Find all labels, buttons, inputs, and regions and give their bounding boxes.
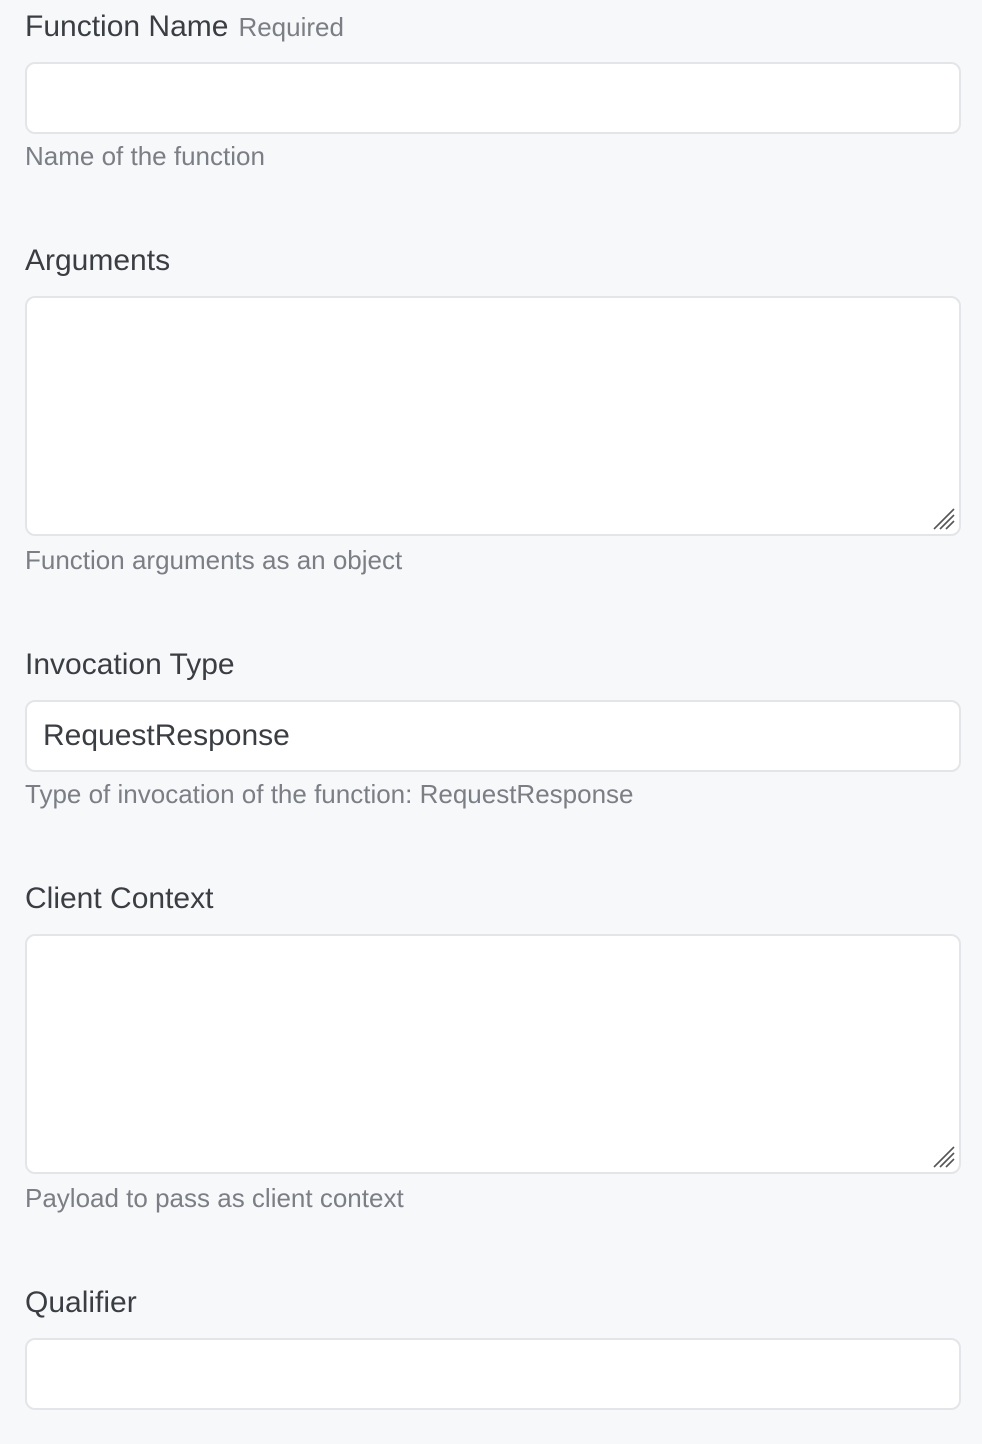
arguments-label-row: Arguments — [25, 241, 961, 281]
qualifier-field: Qualifier — [25, 1283, 961, 1410]
client-context-field: Client Context Payload to pass as client… — [25, 879, 961, 1214]
invocation-type-label: Invocation Type — [25, 648, 235, 681]
function-name-input[interactable] — [25, 62, 961, 134]
client-context-help: Payload to pass as client context — [25, 1183, 404, 1213]
arguments-field: Arguments Function arguments as an objec… — [25, 241, 961, 576]
invocation-type-field: Invocation Type Type of invocation of th… — [25, 645, 961, 810]
qualifier-input[interactable] — [25, 1338, 961, 1410]
arguments-help: Function arguments as an object — [25, 545, 403, 575]
invocation-type-input[interactable] — [25, 700, 961, 772]
client-context-textarea[interactable] — [25, 934, 961, 1174]
resize-handle-icon[interactable] — [930, 505, 956, 531]
client-context-label-row: Client Context — [25, 879, 961, 919]
function-name-field: Function Name Required Name of the funct… — [25, 7, 961, 172]
qualifier-label-row: Qualifier — [25, 1283, 961, 1323]
invocation-type-help: Type of invocation of the function: Requ… — [25, 779, 634, 809]
invocation-type-label-row: Invocation Type — [25, 645, 961, 685]
arguments-label: Arguments — [25, 244, 171, 277]
resize-handle-icon[interactable] — [930, 1143, 956, 1169]
client-context-label: Client Context — [25, 882, 214, 915]
arguments-textarea[interactable] — [25, 296, 961, 536]
required-tag: Required — [238, 12, 344, 42]
function-name-help: Name of the function — [25, 141, 265, 171]
function-name-label-row: Function Name Required — [25, 7, 961, 47]
function-name-label: Function Name — [25, 10, 229, 43]
qualifier-label: Qualifier — [25, 1286, 137, 1319]
